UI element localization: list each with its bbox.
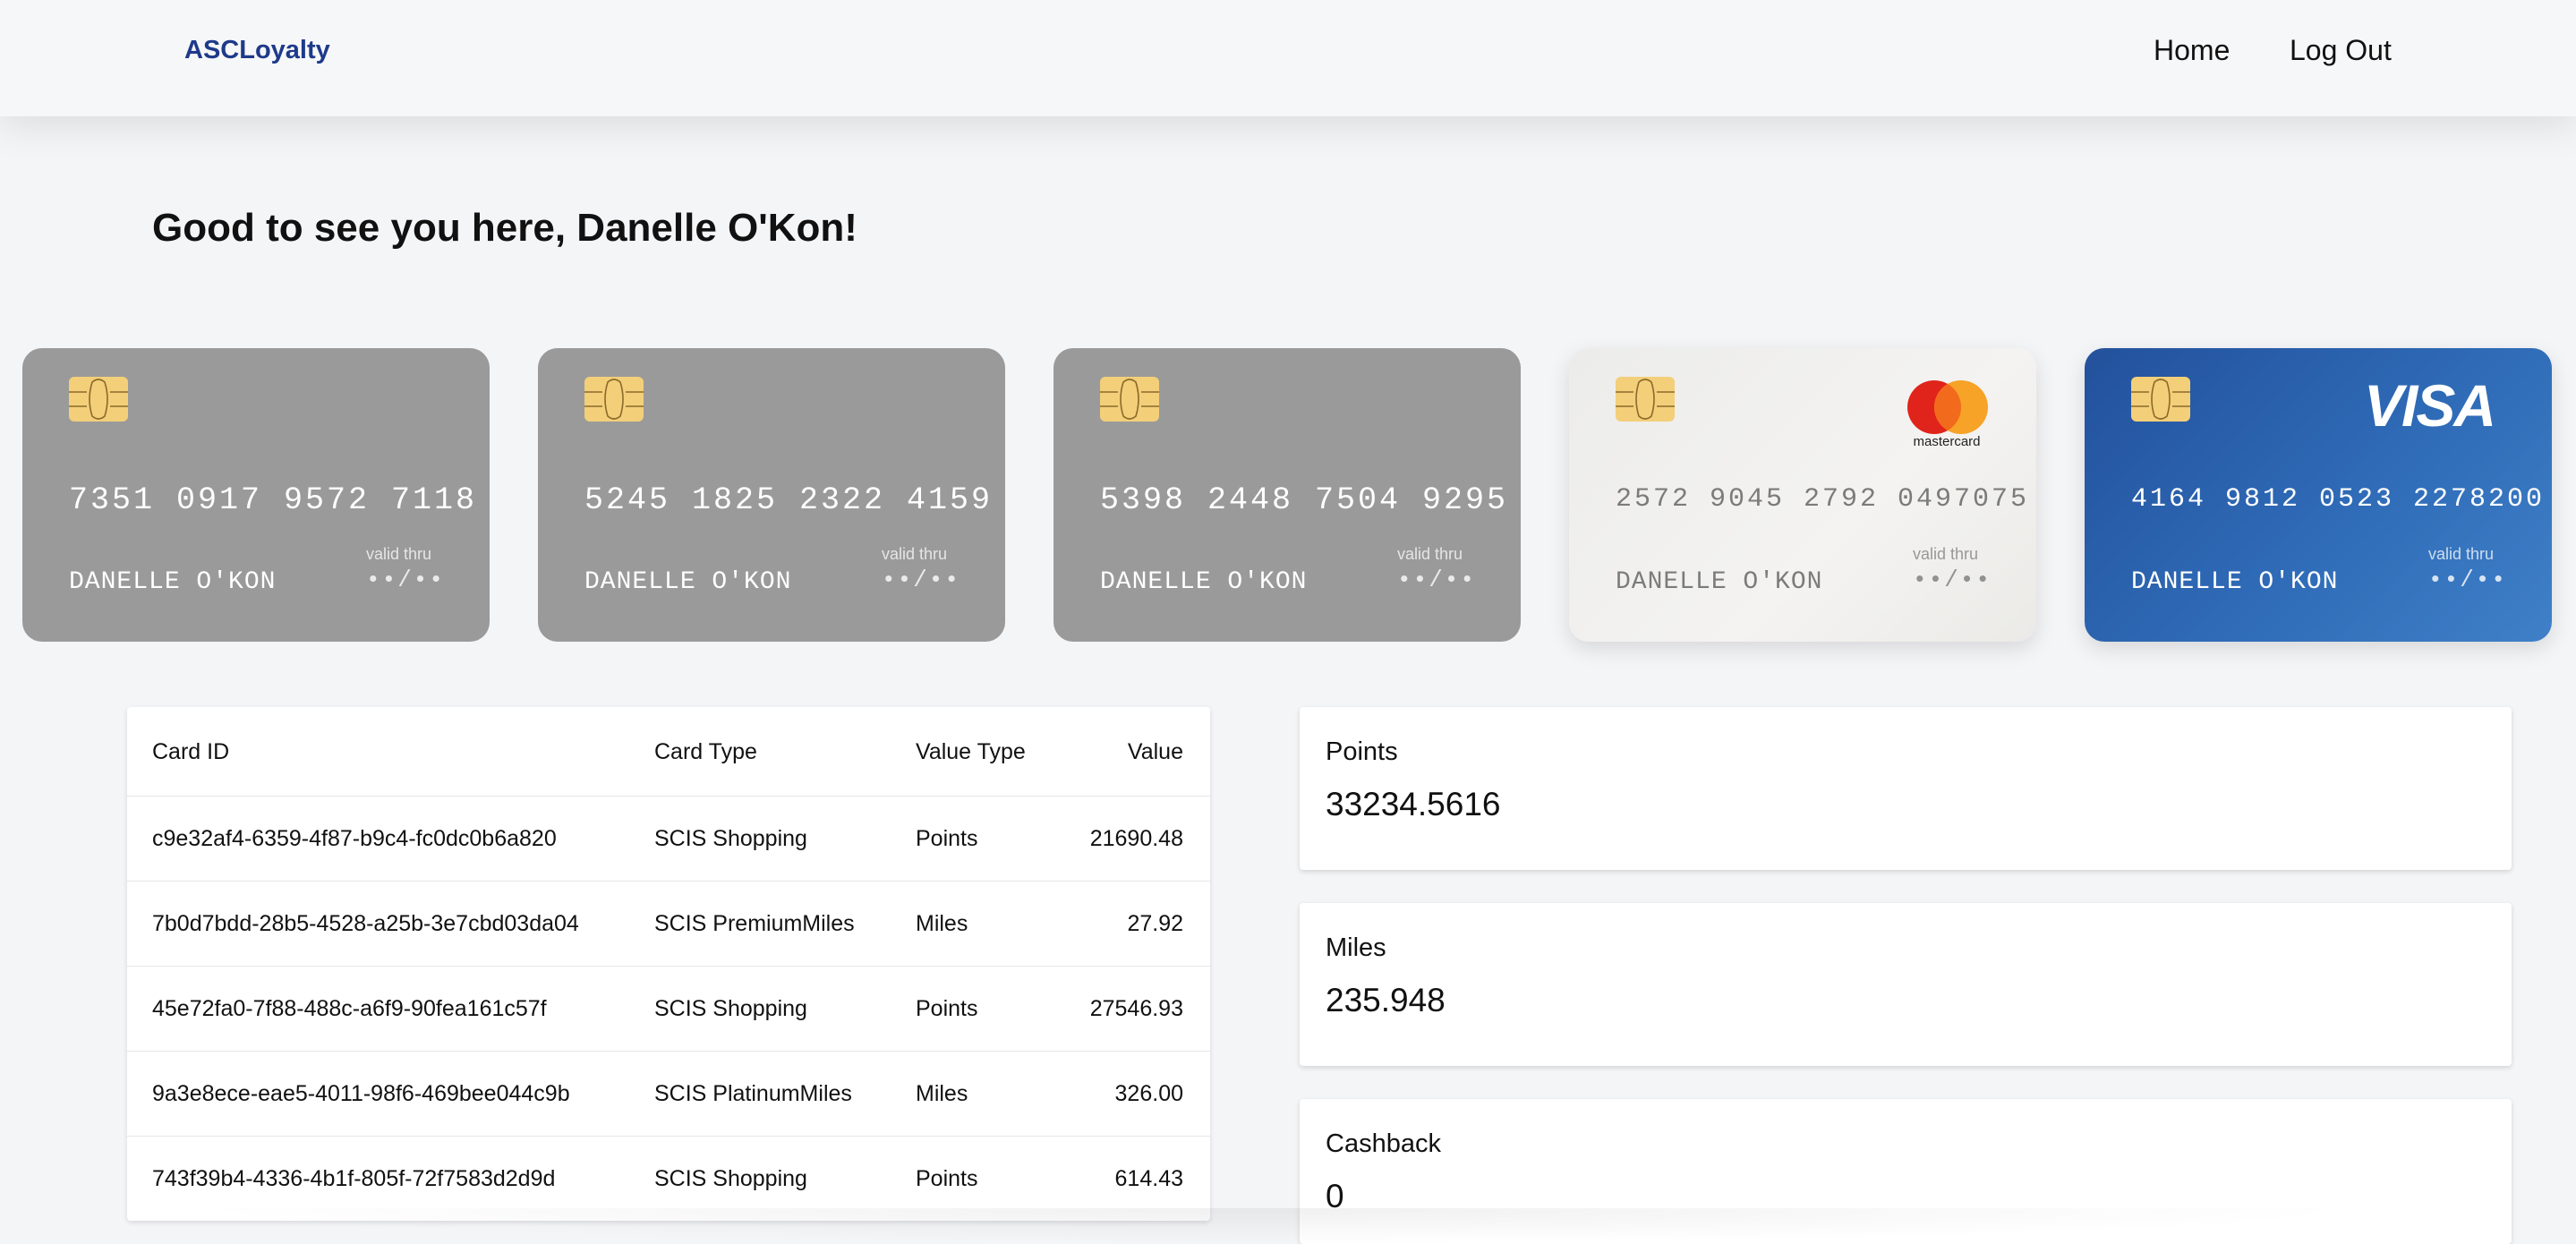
card-holder-name: DANELLE O'KON	[1100, 568, 1308, 596]
cell-card-type: SCIS PremiumMiles	[654, 911, 855, 936]
points-summary-card: Points 33234.5616	[1300, 707, 2512, 870]
column-header-card-type: Card Type	[654, 739, 757, 764]
cashback-label: Cashback	[1326, 1129, 1441, 1158]
brand-logo-link[interactable]: ASCLoyalty	[184, 36, 330, 65]
cell-value-type: Miles	[916, 1081, 968, 1106]
credit-card-5[interactable]: VISA 4164 9812 0523 2278200 valid thru •…	[2085, 348, 2552, 642]
table-row[interactable]: 7b0d7bdd-28b5-4528-a25b-3e7cbd03da04 SCI…	[127, 882, 1210, 967]
credit-card-1[interactable]: 7351 0917 9572 7118 valid thru ••/•• DAN…	[22, 348, 490, 642]
cell-card-id: 45e72fa0-7f88-488c-a6f9-90fea161c57f	[152, 996, 547, 1021]
cell-value-type: Points	[916, 826, 978, 851]
cell-card-type: SCIS Shopping	[654, 996, 807, 1021]
cell-card-type: SCIS Shopping	[654, 826, 807, 851]
valid-thru-value: ••/••	[2428, 567, 2508, 593]
mastercard-wordmark: mastercard	[1913, 434, 1980, 448]
valid-thru-value: ••/••	[1913, 567, 1992, 593]
cell-card-id: 743f39b4-4336-4b1f-805f-72f7583d2d9d	[152, 1166, 556, 1191]
cell-value: 614.43	[1114, 1166, 1183, 1191]
credit-card-4[interactable]: mastercard 2572 9045 2792 0497075 valid …	[1569, 348, 2036, 642]
table-row[interactable]: 9a3e8ece-eae5-4011-98f6-469bee044c9b SCI…	[127, 1052, 1210, 1137]
card-chip-icon	[2131, 377, 2190, 422]
credit-card-2[interactable]: 5245 1825 2322 4159 valid thru ••/•• DAN…	[538, 348, 1005, 642]
table-row[interactable]: 743f39b4-4336-4b1f-805f-72f7583d2d9d SCI…	[127, 1137, 1210, 1222]
card-chip-icon	[1616, 377, 1675, 422]
cell-value: 326.00	[1114, 1081, 1183, 1106]
valid-thru-label: valid thru	[2428, 545, 2495, 563]
cell-card-id: 7b0d7bdd-28b5-4528-a25b-3e7cbd03da04	[152, 911, 579, 936]
card-holder-name: DANELLE O'KON	[2131, 568, 2339, 596]
valid-thru-value: ••/••	[366, 567, 446, 593]
cell-card-type: SCIS PlatinumMiles	[654, 1081, 852, 1106]
cell-card-type: SCIS Shopping	[654, 1166, 807, 1191]
cell-value: 27.92	[1127, 911, 1183, 936]
miles-summary-card: Miles 235.948	[1300, 903, 2512, 1066]
column-header-card-id: Card ID	[152, 739, 230, 764]
valid-thru-label: valid thru	[1397, 545, 1463, 563]
cards-table: Card ID Card Type Value Type Value c9e32…	[127, 707, 1210, 1221]
welcome-heading: Good to see you here, Danelle O'Kon!	[152, 206, 857, 250]
table-row[interactable]: 45e72fa0-7f88-488c-a6f9-90fea161c57f SCI…	[127, 967, 1210, 1052]
card-chip-icon	[69, 377, 128, 422]
credit-card-3[interactable]: 5398 2448 7504 9295 valid thru ••/•• DAN…	[1053, 348, 1521, 642]
card-number: 5398 2448 7504 9295	[1100, 482, 1509, 518]
miles-value: 235.948	[1326, 982, 1446, 1018]
card-number: 4164 9812 0523 2278200	[2131, 484, 2546, 515]
table-row[interactable]: c9e32af4-6359-4f87-b9c4-fc0dc0b6a820 SCI…	[127, 797, 1210, 882]
cell-value: 27546.93	[1089, 996, 1183, 1021]
card-holder-name: DANELLE O'KON	[69, 568, 277, 596]
table-header-row: Card ID Card Type Value Type Value	[127, 707, 1210, 797]
card-number: 7351 0917 9572 7118	[69, 482, 478, 518]
card-number: 5245 1825 2322 4159	[584, 482, 994, 518]
column-header-value: Value	[1127, 739, 1183, 764]
valid-thru-value: ••/••	[882, 567, 961, 593]
cell-value-type: Points	[916, 1166, 978, 1191]
cell-value-type: Miles	[916, 911, 968, 936]
points-label: Points	[1326, 737, 1398, 766]
card-holder-name: DANELLE O'KON	[584, 568, 792, 596]
valid-thru-label: valid thru	[366, 545, 432, 563]
column-header-value-type: Value Type	[916, 739, 1026, 764]
card-holder-name: DANELLE O'KON	[1616, 568, 1823, 596]
visa-logo-icon: VISA	[2364, 372, 2496, 439]
card-chip-icon	[584, 377, 644, 422]
cell-value: 21690.48	[1089, 826, 1183, 851]
nav-home-link[interactable]: Home	[2154, 34, 2230, 67]
cashback-summary-card: Cashback 0	[1300, 1099, 2512, 1244]
cell-card-id: 9a3e8ece-eae5-4011-98f6-469bee044c9b	[152, 1081, 570, 1106]
mastercard-logo-icon: mastercard	[1907, 380, 1988, 448]
valid-thru-label: valid thru	[1913, 545, 1979, 563]
card-chip-icon	[1100, 377, 1159, 422]
cell-value-type: Points	[916, 996, 978, 1021]
card-number: 2572 9045 2792 0497075	[1616, 484, 2030, 515]
miles-label: Miles	[1326, 933, 1386, 962]
cell-card-id: c9e32af4-6359-4f87-b9c4-fc0dc0b6a820	[152, 826, 557, 851]
valid-thru-label: valid thru	[882, 545, 948, 563]
cashback-value: 0	[1326, 1178, 1344, 1214]
valid-thru-value: ••/••	[1397, 567, 1477, 593]
top-navbar: ASCLoyalty Home Log Out	[0, 0, 2576, 116]
points-value: 33234.5616	[1326, 786, 1501, 822]
nav-logout-link[interactable]: Log Out	[2290, 34, 2392, 67]
